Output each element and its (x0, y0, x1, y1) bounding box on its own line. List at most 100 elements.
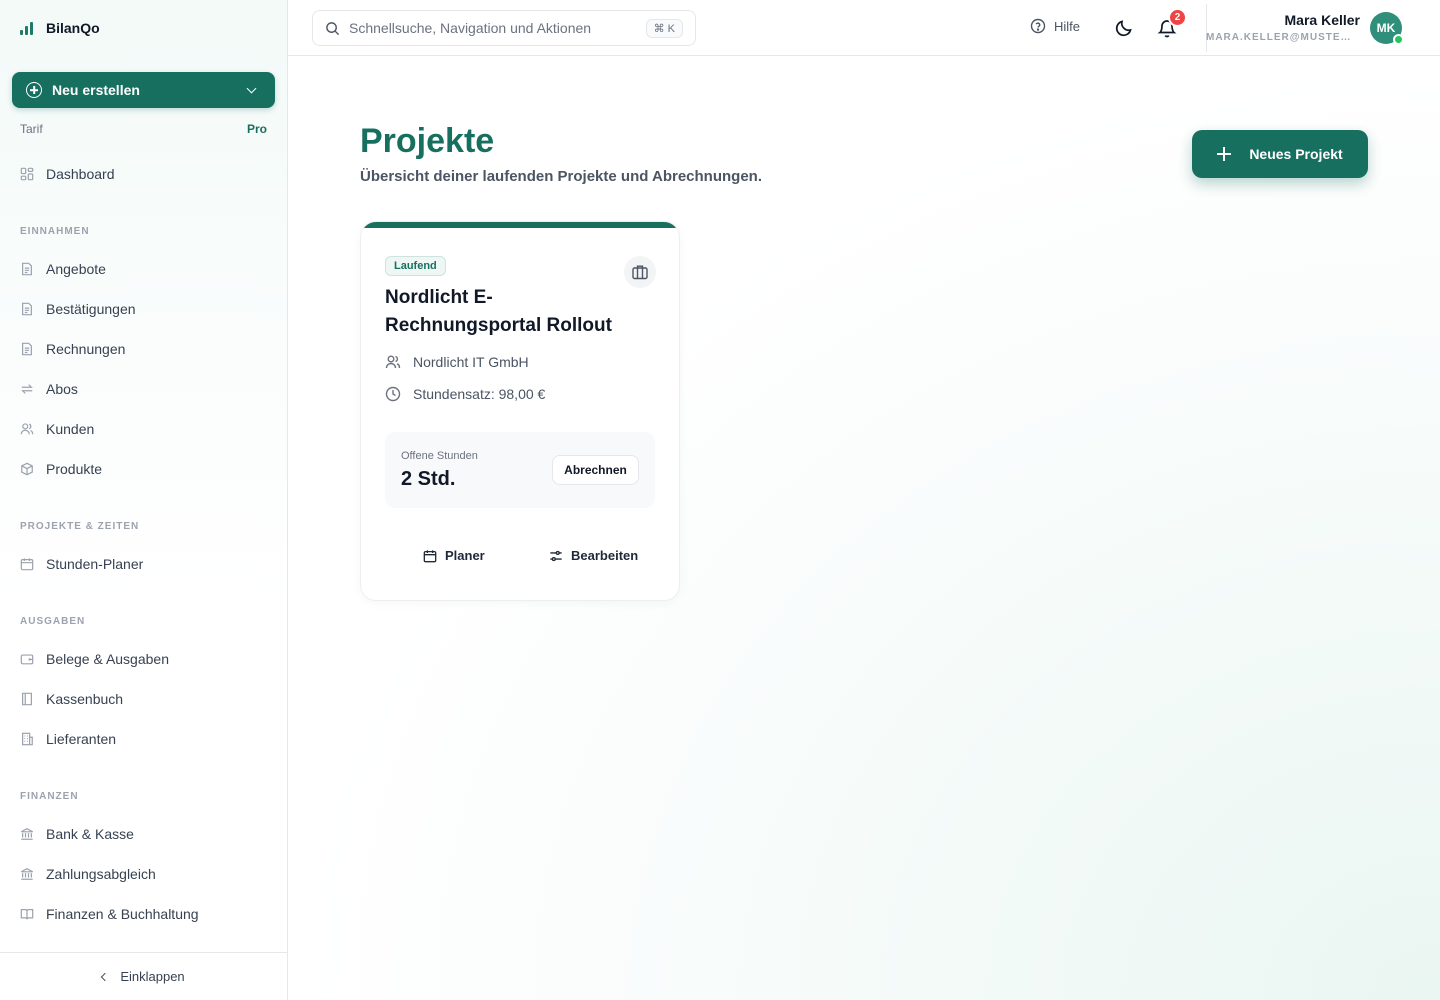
search-shortcut: ⌘ K (645, 18, 683, 38)
create-new-button[interactable]: Neu erstellen (12, 72, 275, 108)
planner-button[interactable]: Planer (423, 548, 485, 563)
section-title-income: EINNAHMEN (20, 226, 90, 237)
repeat-icon (20, 382, 34, 396)
sidebar-item-label: Finanzen & Buchhaltung (46, 906, 199, 922)
sidebar: BilanQo Neu erstellen Tarif Pro Dashboar… (0, 0, 288, 1000)
user-email: MARA.KELLER@MUSTERFIRMA.DE (1206, 32, 1352, 43)
sidebar-item-products[interactable]: Produkte (20, 457, 270, 481)
project-rate: Stundensatz: 98,00 € (385, 386, 545, 402)
edit-label: Bearbeiten (571, 548, 639, 563)
notification-badge: 2 (1168, 8, 1187, 27)
search-icon (325, 21, 340, 36)
bank-icon (20, 827, 34, 841)
hourly-rate: Stundensatz: 98,00 € (413, 386, 546, 402)
brand[interactable]: BilanQo (20, 14, 100, 42)
plan-value: Pro (246, 122, 267, 136)
page-subtitle: Übersicht deiner laufenden Projekte und … (360, 168, 763, 185)
sidebar-item-finance-accounting[interactable]: Finanzen & Buchhaltung (20, 902, 270, 926)
clock-icon (385, 386, 401, 402)
project-card[interactable]: Laufend Nordlicht E-Rechnungsportal Roll… (360, 221, 680, 601)
sidebar-item-confirmations[interactable]: Bestätigungen (20, 297, 270, 321)
sidebar-item-dashboard[interactable]: Dashboard (20, 162, 270, 186)
sidebar-item-customers[interactable]: Kunden (20, 417, 270, 441)
sidebar-item-cashbook[interactable]: Kassenbuch (20, 687, 270, 711)
section-title-projects: PROJEKTE & ZEITEN (20, 521, 140, 532)
bank-icon (20, 867, 34, 881)
collapse-sidebar-button[interactable]: Einklappen (0, 952, 287, 1000)
create-new-label: Neu erstellen (52, 82, 140, 98)
help-circle-icon (1030, 18, 1046, 34)
sidebar-item-label: Kassenbuch (46, 691, 124, 707)
planner-label: Planer (445, 548, 485, 563)
sidebar-item-invoices[interactable]: Rechnungen (20, 337, 270, 361)
chevron-down-icon (246, 83, 257, 93)
document-icon (20, 262, 34, 276)
sidebar-item-payment-matching[interactable]: Zahlungsabgleich (20, 862, 270, 886)
grid-icon (20, 167, 34, 181)
help-label: Hilfe (1054, 18, 1081, 34)
new-project-button[interactable]: Neues Projekt (1192, 130, 1368, 178)
moon-icon (1114, 18, 1134, 38)
theme-toggle-button[interactable] (1114, 18, 1134, 38)
sidebar-item-label: Rechnungen (46, 341, 126, 357)
sidebar-item-hours-planner[interactable]: Stunden-Planer (20, 552, 270, 576)
sidebar-item-label: Lieferanten (46, 731, 117, 747)
open-hours-value: 2 Std. (401, 468, 456, 490)
plus-icon (1217, 147, 1231, 161)
sidebar-item-label: Kunden (46, 421, 95, 437)
section-title-expenses: AUSGABEN (20, 616, 86, 627)
sidebar-item-label: Abos (46, 381, 78, 397)
open-book-icon (20, 907, 34, 921)
sliders-icon (549, 549, 563, 563)
sidebar-item-label: Zahlungsabgleich (46, 866, 156, 882)
bar-chart-logo-icon (20, 21, 34, 35)
document-icon (20, 302, 34, 316)
edit-button[interactable]: Bearbeiten (549, 548, 638, 563)
sidebar-item-receipts[interactable]: Belege & Ausgaben (20, 647, 270, 671)
new-project-label: Neues Projekt (1249, 146, 1343, 162)
wallet-icon (20, 652, 34, 666)
sidebar-item-suppliers[interactable]: Lieferanten (20, 727, 270, 751)
book-icon (20, 692, 34, 706)
calendar-icon (423, 549, 437, 563)
briefcase-icon (631, 263, 649, 281)
users-icon (20, 422, 34, 436)
plan-label: Tarif (20, 122, 43, 136)
bill-button[interactable]: Abrechnen (552, 455, 639, 485)
sidebar-item-label: Bank & Kasse (46, 826, 134, 842)
plus-circle-icon (26, 82, 42, 98)
sidebar-item-label: Bestätigungen (46, 301, 136, 317)
online-status-dot (1393, 34, 1404, 45)
search-box[interactable]: ⌘ K (312, 10, 696, 46)
calendar-icon (20, 557, 34, 571)
open-hours-box: Offene Stunden 2 Std. Abrechnen (385, 432, 655, 508)
page-title: Projekte (360, 122, 495, 160)
open-hours-label: Offene Stunden (401, 450, 478, 462)
chevron-left-icon (101, 972, 110, 981)
users-icon (385, 354, 401, 370)
project-client: Nordlicht IT GmbH (385, 354, 529, 370)
sidebar-item-label: Produkte (46, 461, 103, 477)
collapse-label: Einklappen (120, 969, 185, 984)
topbar: ⌘ K Hilfe 2 Mara Keller MARA.KELLER@MUST… (288, 0, 1440, 56)
search-input[interactable] (349, 20, 637, 36)
building-icon (20, 732, 34, 746)
plan-info: Tarif Pro (20, 122, 267, 136)
sidebar-item-label: Stunden-Planer (46, 556, 144, 572)
document-icon (20, 342, 34, 356)
user-menu[interactable]: Mara Keller MARA.KELLER@MUSTERFIRMA.DE M… (1206, 4, 1432, 52)
sidebar-item-bank[interactable]: Bank & Kasse (20, 822, 270, 846)
section-title-finance: FINANZEN (20, 791, 79, 802)
help-button[interactable]: Hilfe (1030, 18, 1080, 34)
status-badge: Laufend (385, 256, 446, 276)
project-title: Nordlicht E-Rechnungsportal Rollout (385, 287, 612, 336)
brand-name: BilanQo (46, 20, 100, 36)
card-accent-bar (361, 222, 679, 228)
sidebar-item-offers[interactable]: Angebote (20, 257, 270, 281)
sidebar-item-subscriptions[interactable]: Abos (20, 377, 270, 401)
sidebar-item-label: Dashboard (46, 166, 115, 182)
sidebar-item-label: Angebote (46, 261, 106, 277)
main-content: Projekte Übersicht deiner laufenden Proj… (288, 56, 1440, 1000)
client-name: Nordlicht IT GmbH (413, 354, 529, 370)
package-icon (20, 462, 34, 476)
